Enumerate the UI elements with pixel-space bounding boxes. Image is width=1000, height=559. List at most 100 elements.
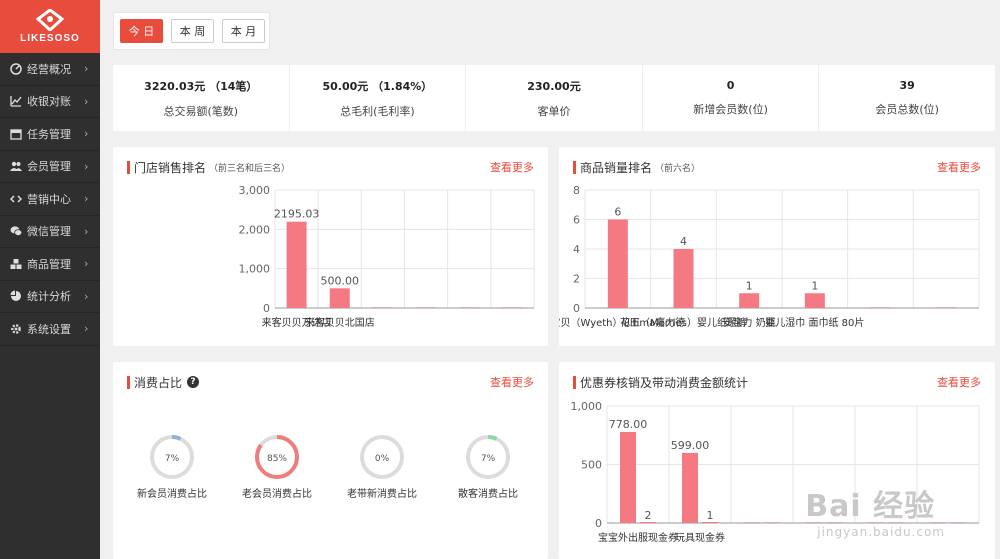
stat-value: 39: [899, 79, 915, 92]
bar-data-label: 1: [707, 509, 714, 522]
y-tick-label: 2: [573, 273, 580, 286]
sidebar-item-0[interactable]: 经营概况 ›: [0, 53, 100, 86]
bar-data-label: 2: [645, 509, 652, 522]
y-tick-label: 2,000: [239, 223, 271, 236]
sidebar-item-label: 商品管理: [27, 257, 71, 271]
view-more-link[interactable]: 查看更多: [490, 374, 534, 390]
chevron-right-icon: ›: [84, 224, 89, 238]
y-tick-label: 8: [573, 184, 580, 197]
donut-percent: 0%: [375, 454, 390, 464]
period-tab-0[interactable]: 今 日: [120, 19, 163, 43]
chart-bar[interactable]: [502, 307, 523, 308]
chart-bar[interactable]: [416, 307, 437, 308]
y-tick-label: 1,000: [239, 263, 271, 276]
chevron-right-icon: ›: [84, 159, 89, 173]
chart-bar[interactable]: [459, 307, 480, 308]
gear-icon: [11, 323, 21, 334]
help-icon[interactable]: ?: [187, 376, 200, 388]
stat-label: 客单价: [537, 104, 571, 118]
chart-bar[interactable]: [804, 293, 825, 308]
chart-bar[interactable]: [673, 249, 694, 308]
cubes-icon: [10, 258, 22, 269]
bar-data-label: 1: [811, 279, 818, 292]
donut-percent: 7%: [165, 454, 180, 464]
period-tabs: 今 日本 周本 月: [113, 12, 270, 50]
title-accent-bar: [127, 375, 130, 389]
coupon-stats-chart: 0 500 1,000 778.00 599.00 2 1 宝宝外出服现金券玩具现金券: [571, 400, 980, 544]
product-rank-panel: 商品销量排名 （前六名） 查看更多 0 2 4 6 8 6 宝贝（Wyeth）Ultima嘉…: [559, 147, 995, 346]
logo-text: LIKESOSO: [20, 33, 80, 44]
sidebar-item-6[interactable]: 商品管理 ›: [0, 248, 100, 281]
y-tick-label: 1,000: [571, 400, 603, 413]
stat-card: 39 会员总数(位): [819, 65, 995, 131]
y-tick-label: 500: [581, 459, 602, 472]
stat-value: 230.00元: [527, 79, 581, 93]
chart-bar[interactable]: [950, 522, 966, 523]
consume-ratio-item: 0% 老带新消费占比: [332, 434, 432, 500]
chart-bar[interactable]: [286, 221, 307, 308]
bar-data-label: 4: [680, 235, 687, 248]
chart-bar[interactable]: [744, 522, 760, 523]
chart-bar[interactable]: [868, 522, 884, 523]
dashboard-icon: [10, 63, 22, 75]
sidebar-item-label: 收银对账: [27, 95, 71, 109]
bar-data-label: 6: [614, 206, 621, 219]
chart-bar[interactable]: [888, 522, 904, 523]
donut-label: 老会员消费占比: [242, 489, 312, 500]
donut-percent: 7%: [481, 454, 496, 464]
brand-logo[interactable]: LIKESOSO: [0, 0, 100, 53]
chart-bar[interactable]: [329, 288, 350, 308]
y-tick-label: 6: [573, 214, 580, 227]
chart-bar[interactable]: [936, 307, 957, 308]
bar-data-label: 599.00: [671, 439, 710, 452]
y-tick-label: 0: [595, 517, 602, 530]
chart-bar[interactable]: [739, 293, 760, 308]
sidebar-item-2[interactable]: 任务管理 ›: [0, 118, 100, 151]
sidebar-item-7[interactable]: 统计分析 ›: [0, 281, 100, 313]
chart-bar[interactable]: [640, 522, 656, 523]
chevron-right-icon: ›: [84, 94, 89, 108]
sidebar-item-5[interactable]: 微信管理 ›: [0, 216, 100, 248]
donut-chart: 7%: [466, 435, 510, 479]
chart-bar[interactable]: [806, 522, 822, 523]
chart-bar[interactable]: [702, 522, 718, 523]
consume-ratio-panel: 消费占比 ? 查看更多 7% 新会员消费占比 85% 老会员消费占比 0% 老带新消费占比…: [113, 362, 548, 559]
donut-label: 老带新消费占比: [347, 489, 417, 500]
sidebar-item-4[interactable]: 营销中心 ›: [0, 183, 100, 216]
chart-bar[interactable]: [930, 522, 946, 523]
donut-label: 散客消费占比: [458, 489, 518, 500]
sidebar-item-8[interactable]: 系统设置 ›: [0, 313, 100, 346]
stat-card: 230.00元 客单价: [466, 65, 643, 131]
consume-ratio-item: 7% 新会员消费占比: [122, 434, 222, 500]
chevron-right-icon: ›: [84, 127, 89, 141]
period-tab-2[interactable]: 本 月: [222, 19, 265, 43]
period-tab-1[interactable]: 本 周: [171, 19, 214, 43]
bar-data-label: 1: [746, 279, 753, 292]
chart-bar[interactable]: [764, 522, 780, 523]
donut-chart: 85%: [255, 435, 299, 479]
y-tick-label: 0: [573, 302, 580, 315]
sidebar-item-1[interactable]: 收银对账 ›: [0, 86, 100, 118]
sidebar: LIKESOSO 经营概况 › 收银对账 › 任务管理 › 会员管理 › 营销中心 › 微信管理 › 商…: [0, 0, 100, 559]
chevron-right-icon: ›: [84, 322, 89, 336]
bar-data-label: 2195.03: [274, 208, 320, 221]
code-icon: [10, 195, 22, 203]
chart-bar[interactable]: [620, 431, 636, 523]
chart-bar[interactable]: [607, 219, 628, 309]
chart-bar[interactable]: [870, 307, 891, 308]
chart-bar[interactable]: [372, 307, 393, 308]
store-rank-panel: 门店销售排名 （前三名和后三名） 查看更多 0 1,000 2,000 3,000 21…: [113, 147, 548, 346]
stat-label: 总毛利(毛利率): [340, 104, 415, 118]
chart-bar[interactable]: [826, 522, 842, 523]
chart-bar[interactable]: [682, 452, 698, 523]
line-chart-icon: [10, 96, 22, 107]
pie-chart-icon: [10, 290, 21, 302]
sidebar-item-3[interactable]: 会员管理 ›: [0, 151, 100, 183]
logo-mark-icon: [35, 9, 65, 31]
consume-ratio-item: 85% 老会员消费占比: [227, 434, 327, 500]
x-tick-label: 玩具现金券: [675, 531, 725, 544]
panel-title: 消费占比: [134, 375, 183, 390]
bar-data-label: 500.00: [321, 274, 360, 287]
sidebar-item-label: 营销中心: [27, 192, 71, 206]
chevron-right-icon: ›: [84, 192, 89, 206]
